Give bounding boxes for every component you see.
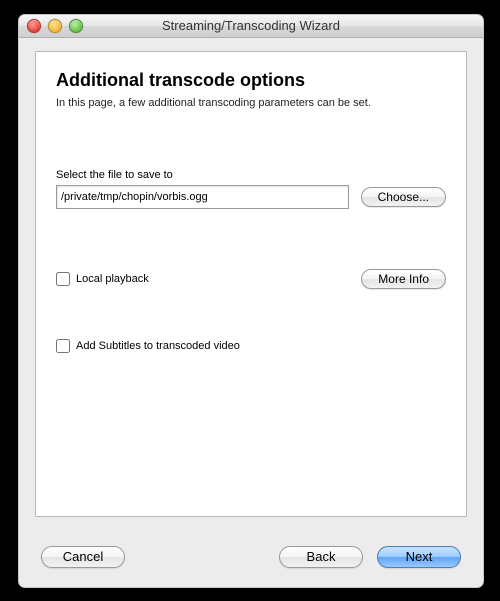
local-playback-row: Local playback More Info [56, 269, 446, 289]
local-playback-label: Local playback [76, 273, 149, 285]
file-row: Choose... [56, 185, 446, 209]
local-playback-option[interactable]: Local playback [56, 272, 149, 286]
titlebar: Streaming/Transcoding Wizard [19, 15, 483, 38]
next-button[interactable]: Next [377, 546, 461, 568]
add-subtitles-option[interactable]: Add Subtitles to transcoded video [56, 339, 446, 353]
add-subtitles-label: Add Subtitles to transcoded video [76, 340, 240, 352]
close-icon[interactable] [27, 19, 41, 33]
zoom-icon[interactable] [69, 19, 83, 33]
wizard-window: Streaming/Transcoding Wizard Additional … [18, 14, 484, 588]
add-subtitles-checkbox[interactable] [56, 339, 70, 353]
file-path-input[interactable] [56, 185, 349, 209]
page-subtext: In this page, a few additional transcodi… [56, 97, 446, 109]
back-button[interactable]: Back [279, 546, 363, 568]
file-label: Select the file to save to [56, 169, 446, 181]
local-playback-checkbox[interactable] [56, 272, 70, 286]
window-controls [27, 19, 83, 33]
more-info-button[interactable]: More Info [361, 269, 446, 289]
minimize-icon[interactable] [48, 19, 62, 33]
window-title: Streaming/Transcoding Wizard [162, 18, 340, 33]
page-heading: Additional transcode options [56, 70, 446, 91]
footer: Cancel Back Next [19, 527, 483, 587]
content-panel: Additional transcode options In this pag… [35, 51, 467, 517]
cancel-button[interactable]: Cancel [41, 546, 125, 568]
choose-button[interactable]: Choose... [361, 187, 446, 207]
